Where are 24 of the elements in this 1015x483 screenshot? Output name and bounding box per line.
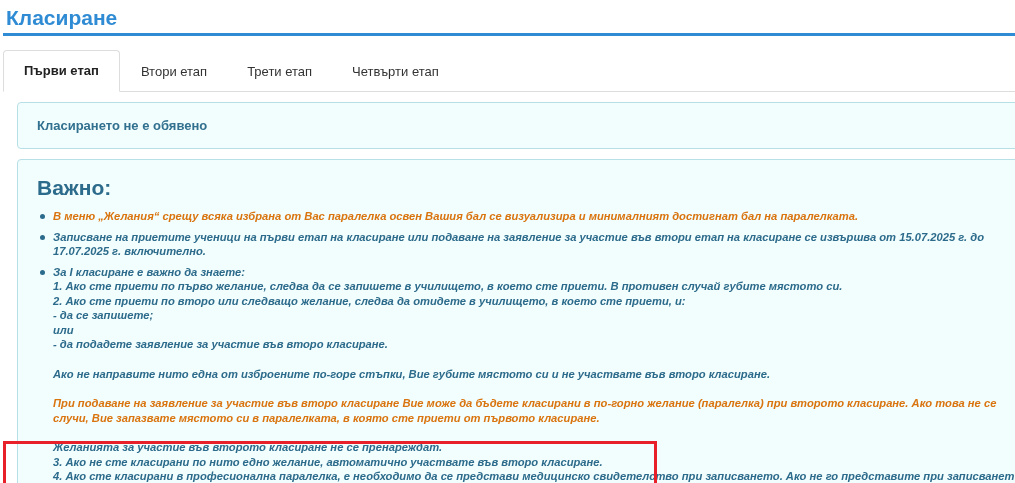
notice-text: или xyxy=(53,322,75,337)
notice-heading: Важно: xyxy=(37,176,113,200)
notice-text: В меню „Желания“ срещу всяка избрана от Вас паралелка освен Вашия бал се визуализира и минималният достигнат бал на паралелката. xyxy=(53,209,859,224)
notice-text: 2. Ако сте приети по второ или следващо желание, следва да отидете в училището, в което сте приети, и: xyxy=(53,293,687,308)
notice-text: Желанията за участие във второто класиране не се пренареждат. xyxy=(53,440,444,455)
notice-text: - да се запишете; xyxy=(53,308,155,323)
tab[interactable]: Четвърти етап xyxy=(333,50,458,92)
notice-text: За I класиране е важно да знаете: xyxy=(53,264,247,279)
bullet-icon xyxy=(40,214,45,219)
bullet-icon xyxy=(40,269,45,275)
notice-text: - да подадете заявление за участие във второ класиране. xyxy=(53,337,389,352)
notice-text: Записване на приетите ученици на първи етап на класиране или подаване на заявление за участие във втори етап на класиране се извършва от 15.07.2025 г. до xyxy=(53,229,985,244)
status-message: Класирането не е обявено xyxy=(37,118,208,133)
tab[interactable]: Трети етап xyxy=(228,50,332,92)
page-title: Класиране xyxy=(3,0,1015,36)
notice-text: 17.07.2025 г. включително. xyxy=(53,244,207,259)
tab[interactable]: Първи етап xyxy=(3,50,120,92)
notice-text: Ако не направите нито една от изброените по-горе стъпки, Вие губите мястото си и не участвате във второ класиране. xyxy=(53,366,771,381)
notice-text: При подаване на заявление за участие във второ класиране Вие може да бъдете класирани в по-горно желание (паралелка) при второто класиране. Ако това не се xyxy=(53,396,998,411)
notice-text: случи, Вие запазвате мястото си в паралелката, в която сте приети от първото класиране. xyxy=(53,410,601,425)
notice-text: 1. Ако сте приети по първо желание, следва да се запишете в училището, в което сте приети. В противен случай губите мястото си. xyxy=(53,279,844,294)
notice-text: 3. Ако не сте класирани по нито едно желание, автоматично участвате във второ класиране. xyxy=(53,454,604,469)
bullet-icon xyxy=(40,234,45,240)
tab[interactable]: Втори етап xyxy=(121,50,227,92)
